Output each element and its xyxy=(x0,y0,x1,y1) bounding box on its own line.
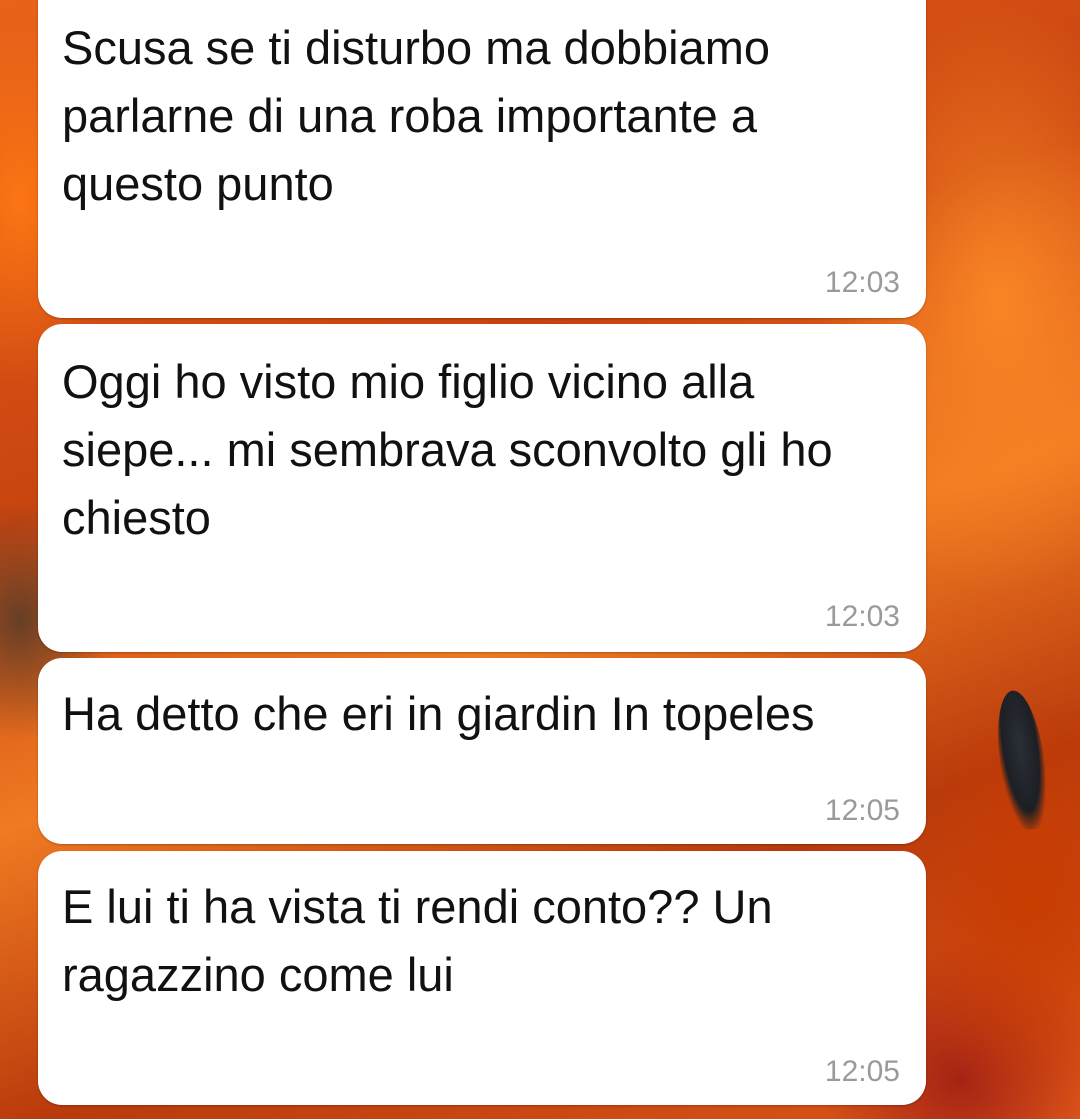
message-timestamp: 12:05 xyxy=(824,794,900,827)
wallpaper-detail xyxy=(990,687,1054,833)
message-timestamp: 12:05 xyxy=(824,1055,900,1088)
message-timestamp: 12:03 xyxy=(824,600,900,633)
message-text: Ha detto che eri in giardin In topeles xyxy=(62,687,815,740)
message-text: E lui ti ha vista ti rendi conto?? Un ra… xyxy=(62,880,773,1001)
message-list[interactable]: Scusa se ti disturbo ma dobbiamo parlarn… xyxy=(38,0,926,1119)
message-bubble[interactable]: Scusa se ti disturbo ma dobbiamo parlarn… xyxy=(38,0,926,318)
message-text: Scusa se ti disturbo ma dobbiamo parlarn… xyxy=(62,21,770,210)
message-bubble[interactable]: Ha detto che eri in giardin In topeles 1… xyxy=(38,658,926,844)
message-text: Oggi ho visto mio figlio vicino alla sie… xyxy=(62,355,833,544)
message-bubble[interactable]: Oggi ho visto mio figlio vicino alla sie… xyxy=(38,324,926,652)
message-bubble[interactable]: E lui ti ha vista ti rendi conto?? Un ra… xyxy=(38,851,926,1105)
message-timestamp: 12:03 xyxy=(824,266,900,299)
